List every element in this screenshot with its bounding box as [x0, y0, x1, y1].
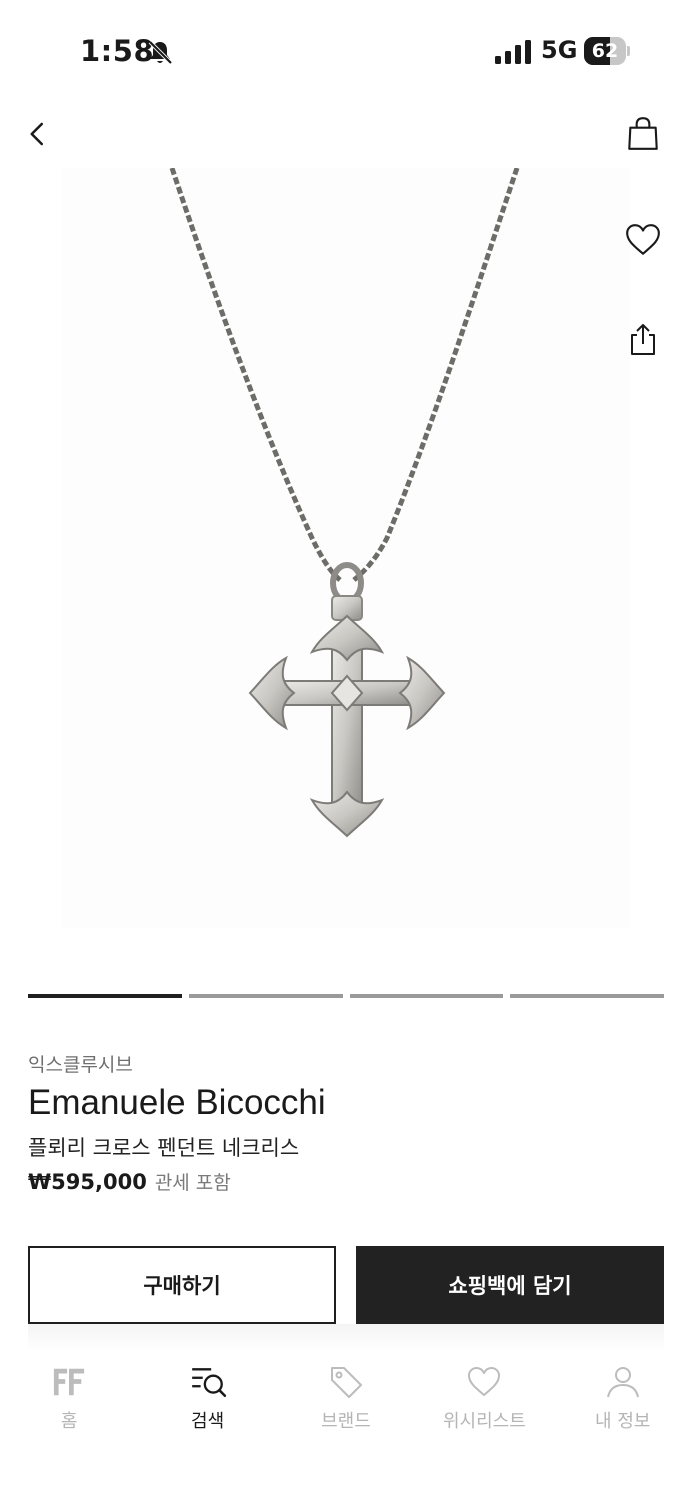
- tag-icon: [326, 1362, 366, 1402]
- cellular-signal-icon: [495, 40, 533, 64]
- nav-label-my-info: 내 정보: [595, 1411, 651, 1432]
- nav-label-brand: 브랜드: [321, 1411, 371, 1432]
- nav-item-search[interactable]: 검색: [138, 1352, 276, 1500]
- shopping-bag-button[interactable]: [621, 112, 665, 156]
- divider-shadow: [28, 1324, 664, 1352]
- heart-icon: [626, 224, 660, 255]
- nav-item-wishlist[interactable]: 위시리스트: [415, 1352, 553, 1500]
- product-price: ₩595,000: [28, 1170, 147, 1194]
- carousel-indicator-segment[interactable]: [349, 994, 504, 998]
- bell-muted-icon: [146, 38, 174, 66]
- search-icon: [188, 1362, 228, 1402]
- share-icon: [631, 324, 655, 355]
- nav-label-home: 홈: [60, 1411, 78, 1432]
- product-name: 플뢰리 크로스 펜던트 네크리스: [28, 1136, 300, 1160]
- necklace-image: [169, 167, 520, 838]
- nav-item-brand[interactable]: 브랜드: [277, 1352, 415, 1500]
- shopping-bag-icon: [628, 117, 658, 150]
- status-time: 1:58: [80, 34, 155, 68]
- network-type: 5G: [541, 36, 578, 64]
- carousel-indicator: [28, 994, 664, 998]
- carousel-indicator-segment[interactable]: [188, 994, 343, 998]
- tax-note: 관세 포함: [154, 1172, 231, 1194]
- add-to-cart-button[interactable]: 쇼핑백에 담기: [356, 1246, 664, 1324]
- product-image[interactable]: [62, 167, 630, 928]
- chevron-left-icon: [30, 122, 43, 146]
- battery-level: 62: [591, 40, 619, 62]
- ff-logo-icon: [49, 1362, 89, 1402]
- product-category: 익스클루시브: [28, 1054, 133, 1076]
- price-line: ₩595,000 관세 포함: [28, 1168, 231, 1195]
- battery-icon: 62: [584, 37, 630, 65]
- carousel-indicator-segment[interactable]: [510, 994, 664, 998]
- carousel-indicator-segment[interactable]: [28, 994, 182, 998]
- person-icon: [603, 1362, 643, 1402]
- back-button[interactable]: [16, 112, 60, 156]
- bottom-nav: 홈 검색 브랜드 위시리스트 내 정보: [0, 1352, 692, 1500]
- share-button[interactable]: [621, 318, 665, 362]
- nav-item-my-info[interactable]: 내 정보: [554, 1352, 692, 1500]
- nav-label-search: 검색: [191, 1411, 225, 1432]
- brand-name[interactable]: Emanuele Bicocchi: [28, 1083, 326, 1123]
- heart-icon: [464, 1362, 504, 1402]
- nav-item-home[interactable]: 홈: [0, 1352, 138, 1500]
- nav-label-wishlist: 위시리스트: [442, 1411, 526, 1432]
- buy-now-button[interactable]: 구매하기: [28, 1246, 336, 1324]
- wishlist-button[interactable]: [621, 218, 665, 262]
- status-bar: 1:58 5G 62: [0, 0, 692, 100]
